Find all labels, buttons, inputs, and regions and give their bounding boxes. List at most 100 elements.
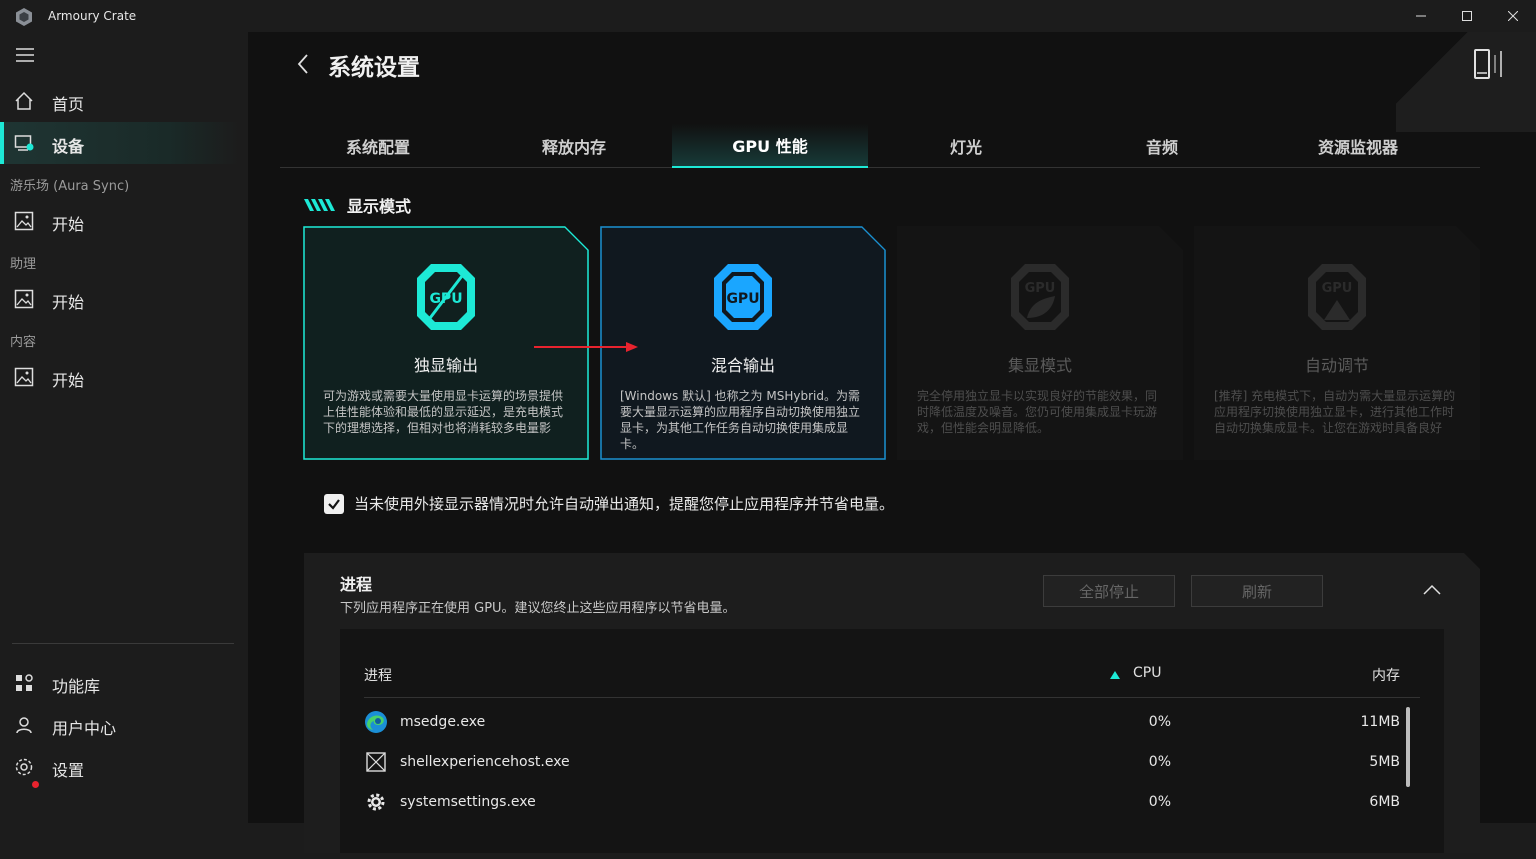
card-title: 混合输出	[710, 356, 775, 375]
sidebar-item-label: 开始	[52, 293, 85, 312]
section-label-assist: 助理	[10, 257, 37, 272]
gpu-hybrid-icon: GPU	[710, 260, 776, 334]
checkmark-icon	[328, 498, 340, 510]
sidebar-item-devices[interactable]: 设备	[0, 122, 240, 164]
card-description: [Windows 默认] 也称之为 MSHybrid。为需要大量显示运算的应用程…	[620, 389, 861, 451]
sidebar-item-label: 首页	[52, 95, 85, 114]
chevron-up-icon[interactable]	[1422, 583, 1442, 597]
mode-card-auto: GPU 自动调节 [推荐] 充电模式下，自动为需大量显示运算的应用程序切换使用独…	[1194, 226, 1480, 460]
process-cpu: 0%	[1148, 794, 1171, 810]
gpu-discrete-icon: GPU	[413, 260, 479, 334]
main-content: 系统设置 系统配置 释放内存 GPU 性能 灯光 音频 资源监视器 显示模式 G…	[248, 32, 1536, 823]
gear-icon	[15, 758, 33, 776]
device-icon	[14, 135, 34, 151]
svg-text:GPU: GPU	[726, 291, 759, 307]
table-scrollbar[interactable]	[1406, 707, 1410, 787]
notify-checkbox[interactable]	[324, 493, 344, 514]
section-label-aura: 游乐场 (Aura Sync)	[10, 179, 130, 194]
tab-audio[interactable]: 音频	[1064, 124, 1260, 168]
sidebar: 首页 设备 游乐场 (Aura Sync) 开始 助理 开始 内容 开始 功能库…	[0, 32, 248, 823]
mode-card-hybrid[interactable]: GPU 混合输出 [Windows 默认] 也称之为 MSHybrid。为需要大…	[600, 226, 886, 460]
tab-gpu-performance[interactable]: GPU 性能	[672, 124, 868, 168]
table-row[interactable]: shellexperiencehost.exe 0% 5MB	[364, 743, 1408, 783]
hamburger-menu-icon[interactable]	[16, 48, 34, 62]
notify-option: 当未使用外接显示器情况时允许自动弹出通知，提醒您停止应用程序并节省电量。	[324, 493, 894, 514]
page-title: 系统设置	[328, 55, 420, 81]
process-description: 下列应用程序正在使用 GPU。建议您终止这些应用程序以节省电量。	[340, 601, 736, 616]
process-name: shellexperiencehost.exe	[400, 754, 570, 770]
tab-free-memory[interactable]: 释放内存	[476, 124, 672, 168]
red-arrow-icon	[534, 342, 638, 352]
process-memory: 5MB	[1369, 754, 1400, 770]
process-panel: 进程 下列应用程序正在使用 GPU。建议您终止这些应用程序以节省电量。 全部停止…	[304, 553, 1480, 853]
process-memory: 6MB	[1369, 794, 1400, 810]
process-name: msedge.exe	[400, 714, 486, 730]
gear-icon	[364, 790, 388, 814]
column-header-process[interactable]: 进程	[364, 665, 392, 685]
card-description: 可为游戏或需要大量使用显卡运算的场景提供上佳性能体验和最低的显示延迟，是充电模式…	[323, 389, 564, 435]
minimize-icon	[1416, 15, 1426, 17]
tab-resource-monitor[interactable]: 资源监视器	[1260, 124, 1456, 168]
shell-host-icon	[364, 750, 388, 774]
maximize-icon	[1462, 11, 1472, 21]
tab-lighting[interactable]: 灯光	[868, 124, 1064, 168]
table-row[interactable]: msedge.exe 0% 11MB	[364, 703, 1408, 743]
sort-ascending-icon	[1110, 671, 1120, 679]
close-icon	[1508, 11, 1518, 21]
sidebar-item-label: 开始	[52, 215, 85, 234]
card-description: 完全停用独立显卡以实现良好的节能效果，同时降低温度及噪音。您仍可使用集成显卡玩游…	[917, 389, 1158, 435]
armoury-crate-logo	[16, 8, 32, 26]
gpu-eco-icon: GPU	[1007, 260, 1073, 334]
mode-card-integrated: GPU 集显模式 完全停用独立显卡以实现良好的节能效果，同时降低温度及噪音。您仍…	[897, 226, 1183, 460]
user-icon	[16, 717, 32, 734]
sidebar-item-label: 设备	[52, 137, 85, 156]
sidebar-item-home[interactable]: 首页	[0, 80, 240, 122]
sidebar-item-aura-start[interactable]: 开始	[0, 200, 240, 242]
section-stripes-icon	[304, 199, 335, 211]
tab-bar: 系统配置 释放内存 GPU 性能 灯光 音频 资源监视器	[280, 124, 1480, 168]
app-title: Armoury Crate	[48, 9, 137, 23]
process-cpu: 0%	[1148, 714, 1171, 730]
sidebar-item-content-start[interactable]: 开始	[0, 356, 240, 398]
process-memory: 11MB	[1360, 714, 1400, 730]
sidebar-item-user-center[interactable]: 用户中心	[0, 704, 240, 746]
process-title: 进程	[340, 575, 373, 594]
svg-text:GPU: GPU	[1322, 281, 1353, 296]
stop-all-button[interactable]: 全部停止	[1043, 575, 1175, 607]
card-title: 独显输出	[413, 356, 478, 375]
image-icon	[14, 211, 34, 231]
home-icon	[15, 91, 33, 110]
library-icon	[16, 674, 33, 691]
title-bar: Armoury Crate	[0, 0, 1536, 32]
display-mode-title: 显示模式	[347, 197, 412, 216]
maximize-button[interactable]	[1444, 0, 1490, 32]
device-mode-icon[interactable]	[1474, 49, 1508, 79]
sidebar-item-label: 用户中心	[52, 719, 117, 738]
table-header-divider	[364, 697, 1420, 698]
section-label-content: 内容	[10, 335, 37, 350]
sidebar-item-label: 设置	[52, 761, 85, 780]
close-button[interactable]	[1490, 0, 1536, 32]
process-name: systemsettings.exe	[400, 794, 536, 810]
sidebar-divider	[12, 643, 234, 644]
tab-system-config[interactable]: 系统配置	[280, 124, 476, 168]
process-table: 进程 CPU 内存 msedge.exe 0% 11MB shellexperi…	[340, 629, 1444, 859]
minimize-button[interactable]	[1398, 0, 1444, 32]
image-icon	[14, 367, 34, 387]
notification-dot	[32, 781, 39, 788]
active-indicator	[0, 122, 4, 164]
table-row[interactable]: systemsettings.exe 0% 6MB	[364, 783, 1408, 823]
image-icon	[14, 289, 34, 309]
corner-decoration	[1396, 32, 1536, 132]
notify-label: 当未使用外接显示器情况时允许自动弹出通知，提醒您停止应用程序并节省电量。	[354, 495, 895, 513]
sidebar-item-library[interactable]: 功能库	[0, 662, 240, 704]
sidebar-item-assist-start[interactable]: 开始	[0, 278, 240, 320]
sidebar-item-label: 功能库	[52, 677, 101, 696]
edge-icon	[364, 710, 388, 734]
sidebar-item-label: 开始	[52, 371, 85, 390]
card-title: 集显模式	[1007, 356, 1072, 375]
column-header-cpu[interactable]: CPU	[1133, 665, 1161, 681]
refresh-button[interactable]: 刷新	[1191, 575, 1323, 607]
column-header-memory[interactable]: 内存	[1372, 665, 1400, 685]
back-icon[interactable]	[294, 52, 312, 76]
